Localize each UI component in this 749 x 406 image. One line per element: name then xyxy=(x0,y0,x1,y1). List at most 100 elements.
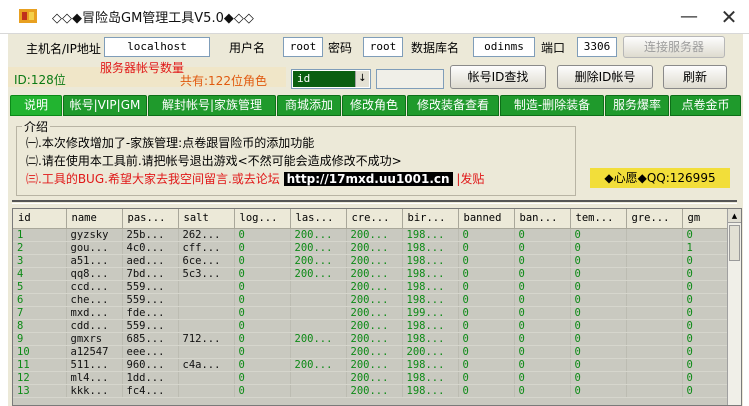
intro-panel: 介绍 ㈠.本次修改增加了-家族管理:点卷跟冒险币的添加功能 ㈡.请在使用本工具前… xyxy=(12,118,736,198)
table-cell: 0 xyxy=(570,358,627,372)
refresh-button[interactable]: 刷新 xyxy=(663,65,727,89)
tab-points-gold[interactable]: 点卷金币 xyxy=(670,95,741,116)
tab-unban-family[interactable]: 解封帐号|家族管理 xyxy=(148,95,276,116)
database-input[interactable]: odinms xyxy=(473,37,535,57)
table-cell: 0 xyxy=(514,267,571,281)
tab-intro[interactable]: 说明 xyxy=(10,95,62,116)
port-input[interactable]: 3306 xyxy=(577,37,617,57)
table-row[interactable]: 4 qq8... 7bd... 5c3... 0 200... 200... 198... 0 0… xyxy=(13,267,729,281)
tab-mall-add[interactable]: 商城添加 xyxy=(277,95,341,116)
minimize-button[interactable]: — xyxy=(678,6,700,28)
lookup-id-button[interactable]: 帐号ID查找 xyxy=(450,65,546,89)
table-cell: 200... xyxy=(346,384,403,398)
account-table[interactable]: id name pas... salt log... las... cre... bir...… xyxy=(12,208,742,406)
table-cell: 198... xyxy=(402,371,459,385)
table-cell: 0 xyxy=(682,293,729,307)
window-title: ◇◇◆冒险岛GM管理工具V5.0◆◇◇ xyxy=(52,11,254,26)
table-cell: 12 xyxy=(13,371,67,385)
table-cell xyxy=(626,267,683,281)
table-cell: 0 xyxy=(234,384,291,398)
qq-contact: ◆心愿◆QQ:126995 xyxy=(590,168,730,188)
account-grid: id name pas... salt log... las... cre... bir...… xyxy=(13,209,729,398)
intro-line-1: ㈠.本次修改增加了-家族管理:点卷跟冒险币的添加功能 xyxy=(26,136,315,150)
table-row[interactable]: 6 che... 559... 0 200... 198... 0 0 0 0 xyxy=(13,293,729,307)
table-cell: ccd... xyxy=(66,280,123,294)
table-cell: fc4... xyxy=(122,384,179,398)
vertical-scrollbar[interactable]: ▲ xyxy=(727,209,741,405)
column-header[interactable]: bir... xyxy=(402,209,459,229)
column-header[interactable]: las... xyxy=(290,209,347,229)
column-header[interactable]: log... xyxy=(234,209,291,229)
column-header[interactable]: gre... xyxy=(626,209,683,229)
scroll-up-icon[interactable]: ▲ xyxy=(728,209,741,223)
chevron-down-icon[interactable]: ↓ xyxy=(355,71,369,87)
table-cell: a12547 xyxy=(66,345,123,359)
table-row[interactable]: 10 a12547 eee... 0 200... 200... 0 0 0 0 xyxy=(13,345,729,359)
column-header[interactable]: banned xyxy=(458,209,515,229)
column-header[interactable]: salt xyxy=(178,209,235,229)
table-row[interactable]: 9 gmxrs 685... 712... 0 200... 200... 198... 0 0 0… xyxy=(13,332,729,346)
column-header[interactable]: tem... xyxy=(570,209,627,229)
column-header[interactable]: ban... xyxy=(514,209,571,229)
table-row[interactable]: 12 ml4... 1dd... 0 200... 198... 0 0 0 0 xyxy=(13,371,729,385)
tab-drop-rate[interactable]: 服务爆率 xyxy=(605,95,669,116)
intro-line-3-text: ㈢.工具的BUG.希望大家去我空间留言.或去论坛 xyxy=(26,172,280,186)
field-select[interactable]: id ↓ xyxy=(291,69,371,89)
table-row[interactable]: 8 cdd... 559... 0 200... 198... 0 0 0 0 xyxy=(13,319,729,333)
table-cell: 0 xyxy=(570,254,627,268)
close-button[interactable]: ✕ xyxy=(718,6,740,28)
table-cell: 198... xyxy=(402,241,459,255)
tab-edit-equipment[interactable]: 修改装备查看 xyxy=(407,95,499,116)
table-cell xyxy=(178,319,235,333)
table-cell: 198... xyxy=(402,228,459,242)
table-cell xyxy=(178,306,235,320)
table-cell: gmxrs xyxy=(66,332,123,346)
table-row[interactable]: 7 mxd... fde... 0 200... 199... 0 0 0 0 xyxy=(13,306,729,320)
table-cell: 198... xyxy=(402,358,459,372)
tab-edit-character[interactable]: 修改角色 xyxy=(342,95,406,116)
table-cell: 0 xyxy=(682,358,729,372)
table-cell: 0 xyxy=(682,371,729,385)
column-header[interactable]: pas... xyxy=(122,209,179,229)
table-cell: 198... xyxy=(402,254,459,268)
column-header[interactable]: name xyxy=(66,209,123,229)
tab-create-delete-equipment[interactable]: 制造-删除装备 xyxy=(500,95,604,116)
table-cell: 0 xyxy=(514,293,571,307)
column-header[interactable]: id xyxy=(13,209,67,229)
table-cell: 200... xyxy=(346,345,403,359)
table-row[interactable]: 13 kkk... fc4... 0 200... 198... 0 0 0 0 xyxy=(13,384,729,398)
host-input[interactable]: localhost xyxy=(104,37,210,57)
table-cell: 0 xyxy=(514,332,571,346)
table-cell: 0 xyxy=(570,319,627,333)
table-row[interactable]: 5 ccd... 559... 0 200... 198... 0 0 0 0 xyxy=(13,280,729,294)
tab-account-vip-gm[interactable]: 帐号|VIP|GM xyxy=(63,95,147,116)
delete-id-button[interactable]: 删除ID帐号 xyxy=(557,65,653,89)
scroll-thumb[interactable] xyxy=(729,225,740,261)
port-label: 端口 xyxy=(541,41,566,55)
user-input[interactable]: root xyxy=(283,37,323,57)
table-cell: 200... xyxy=(346,293,403,307)
table-cell: 0 xyxy=(458,384,515,398)
table-row[interactable]: 3 a51... aed... 6ce... 0 200... 200... 198... 0 0… xyxy=(13,254,729,268)
table-cell: 198... xyxy=(402,332,459,346)
column-header[interactable]: cre... xyxy=(346,209,403,229)
table-row[interactable]: 2 gou... 4c0... cff... 0 200... 200... 198... 0 0… xyxy=(13,241,729,255)
table-row[interactable]: 1 gyzsky 25b... 262... 0 200... 200... 198... 0 0… xyxy=(13,228,729,242)
table-cell: 0 xyxy=(514,241,571,255)
table-cell: kkk... xyxy=(66,384,123,398)
table-cell xyxy=(290,319,347,333)
forum-link[interactable]: http://17mxd.uu1001.cn xyxy=(283,172,453,186)
search-input[interactable] xyxy=(376,69,444,89)
table-cell xyxy=(290,345,347,359)
table-cell: mxd... xyxy=(66,306,123,320)
column-header[interactable]: gm xyxy=(682,209,729,229)
table-cell: 0 xyxy=(234,254,291,268)
main-panel: 主机名/IP地址 localhost 用户名 root 密码 root 数据库名… xyxy=(8,34,743,406)
connect-button[interactable]: 连接服务器 xyxy=(623,36,725,58)
table-cell xyxy=(626,254,683,268)
table-cell: 0 xyxy=(458,319,515,333)
table-cell: 200... xyxy=(346,319,403,333)
table-row[interactable]: 11 511... 960... c4a... 0 200... 200... 198... 0… xyxy=(13,358,729,372)
table-cell: 0 xyxy=(682,267,729,281)
password-input[interactable]: root xyxy=(363,37,403,57)
